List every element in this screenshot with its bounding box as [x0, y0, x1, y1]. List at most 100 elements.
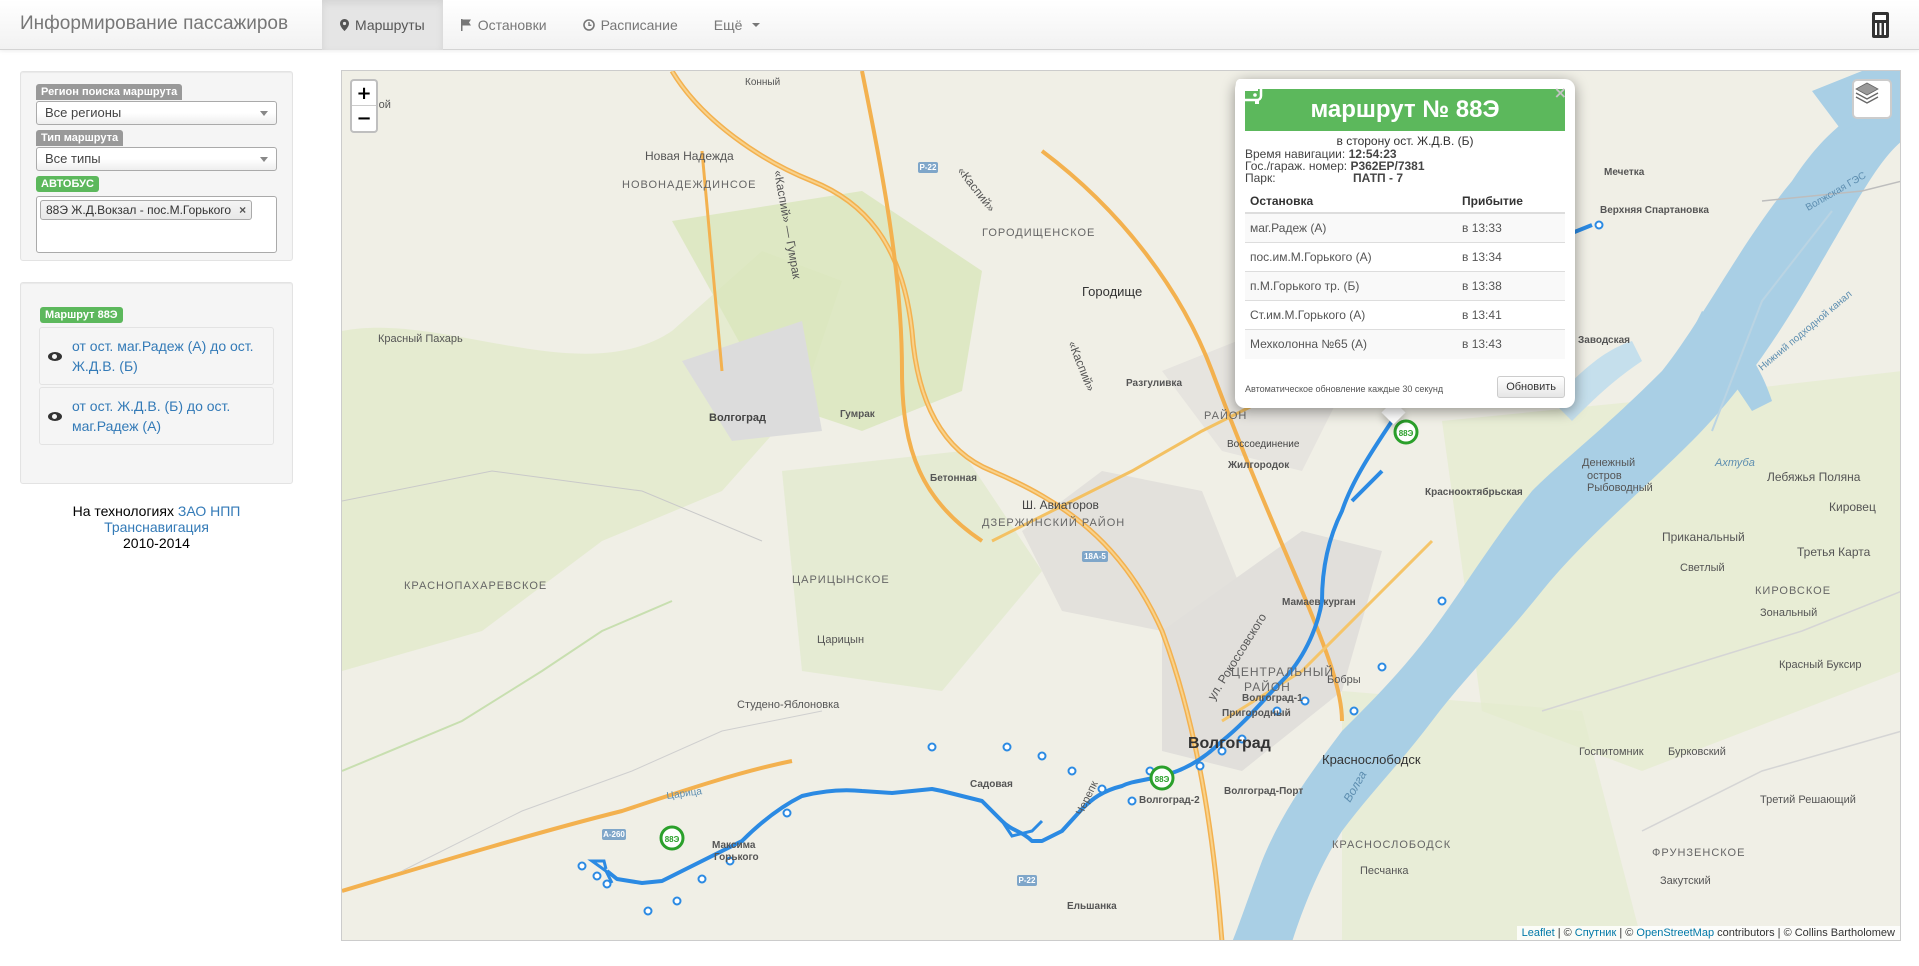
map-label: Максима — [712, 840, 756, 851]
table-row: маг.Радеж (А) в 13:33 — [1245, 212, 1565, 243]
map-label: ДЗЕРЖИНСКИЙ РАЙОН — [982, 516, 1125, 529]
park-label: Парк: — [1245, 171, 1276, 185]
map-label: РАЙОН — [1204, 409, 1247, 422]
map-label: ЦАРИЦЫНСКОЕ — [792, 574, 890, 586]
map-label: Волгоград — [709, 412, 766, 424]
sputnik-link[interactable]: Спутник — [1575, 927, 1616, 939]
svg-text:Р-22: Р-22 — [920, 163, 937, 172]
type-label: Тип маршрута — [36, 128, 124, 146]
region-select-value: Все регионы — [45, 105, 122, 120]
col-stop-header: Остановка — [1245, 190, 1457, 214]
stop-cell: п.М.Горького тр. (Б) — [1245, 271, 1457, 301]
refresh-button[interactable]: Обновить — [1497, 376, 1565, 398]
arrival-cell: в 13:43 — [1457, 329, 1565, 359]
tag-remove-icon[interactable]: × — [239, 203, 246, 217]
route-badge: Маршрут 88Э — [40, 305, 123, 323]
route-multiselect[interactable]: 88Э Ж.Д.Вокзал - пос.М.Горького × — [36, 196, 277, 253]
bus-marker[interactable]: 88Э — [1149, 765, 1175, 791]
nav-routes[interactable]: Маршруты — [322, 0, 443, 50]
table-row: пос.им.М.Горького (А) в 13:34 — [1245, 242, 1565, 272]
bus-icon — [1235, 79, 1263, 104]
leaflet-link[interactable]: Leaflet — [1522, 927, 1555, 939]
route-filter-panel: Регион поиска маршрута Все регионы Тип м… — [20, 71, 293, 261]
navbar: Информирование пассажиров Маршруты Остан… — [0, 0, 1919, 50]
popup-route-title: маршрут № 88Э — [1310, 96, 1500, 123]
clock-icon — [582, 19, 595, 31]
map-label: Волгоград-2 — [1139, 795, 1200, 806]
map-label: Садовая — [970, 779, 1013, 790]
map-label: Краснослободск — [1322, 752, 1421, 767]
layers-button[interactable] — [1852, 79, 1892, 119]
nav-stops[interactable]: Остановки — [443, 0, 565, 50]
map-label: Ельшанка — [1067, 901, 1117, 912]
map-label: Лебяжья Поляна — [1767, 470, 1861, 484]
map-label: Воссоединение — [1227, 439, 1300, 450]
bus-marker[interactable]: 88Э — [1393, 419, 1419, 445]
arrival-cell: в 13:33 — [1457, 212, 1565, 243]
calculator-icon[interactable] — [1872, 12, 1889, 38]
zoom-out-button[interactable]: − — [352, 106, 376, 131]
close-icon[interactable]: × — [1554, 83, 1567, 102]
map-label: Красный Буксир — [1779, 659, 1862, 671]
bus-marker-label: 88Э — [665, 835, 680, 844]
stop-cell: пос.им.М.Горького (А) — [1245, 242, 1457, 272]
col-arrival-header: Прибытие — [1457, 190, 1565, 214]
table-row: Ст.им.М.Горького (А) в 13:41 — [1245, 300, 1565, 330]
map-label: НОВОНАДЕЖДИНСОЕ — [622, 179, 757, 191]
main-nav: Маршруты Остановки Расписание Ещё — [322, 0, 778, 50]
bus-marker[interactable]: 88Э — [659, 825, 685, 851]
zoom-in-button[interactable]: + — [352, 81, 376, 106]
attribution-sep: | © — [1554, 927, 1575, 939]
flag-icon — [460, 19, 471, 31]
park-value: ПАТП - 7 — [1353, 171, 1403, 185]
bus-marker-label: 88Э — [1155, 775, 1170, 784]
svg-text:А-260: А-260 — [603, 830, 625, 839]
map-label: Горького — [714, 852, 759, 863]
type-select[interactable]: Все типы — [36, 147, 277, 171]
layers-icon — [1855, 82, 1879, 104]
map-view[interactable]: 88Э 88Э 88Э Конный Новая Надежда НОВОНАД… — [341, 70, 1901, 941]
chevron-down-icon — [260, 157, 268, 162]
selected-route-tag-label: 88Э Ж.Д.Вокзал - пос.М.Горького — [46, 203, 232, 217]
svg-text:Р-22: Р-22 — [1019, 876, 1036, 885]
nav-schedule-label: Расписание — [600, 17, 678, 33]
map-label: Бурковский — [1668, 746, 1726, 758]
footer-years: 2010-2014 — [123, 535, 190, 551]
map-label: Жилгородок — [1227, 460, 1290, 471]
map-label: РАЙОН — [1244, 679, 1291, 694]
map-label: Мечетка — [1604, 167, 1645, 178]
map-label: Рыбоводный — [1587, 482, 1653, 494]
stop-cell: Мехколонна №65 (А) — [1245, 329, 1457, 359]
map-label: Госпитомник — [1579, 746, 1644, 758]
direction-item[interactable]: от ост. Ж.Д.В. (Б) до ост. маг.Радеж (А) — [39, 387, 274, 445]
attribution-sep: | © — [1616, 927, 1637, 939]
region-label: Регион поиска маршрута — [36, 82, 183, 100]
zoom-control: + − — [350, 79, 378, 133]
stop-cell: Ст.им.М.Горького (А) — [1245, 300, 1457, 330]
region-select[interactable]: Все регионы — [36, 101, 277, 125]
nav-more-dropdown[interactable]: Ещё — [696, 0, 779, 50]
map-label: Закутский — [1660, 875, 1711, 887]
eye-icon[interactable] — [48, 411, 62, 421]
bus-type-badge: АВТОБУС — [36, 174, 99, 192]
svg-text:18А-5: 18А-5 — [1084, 552, 1106, 561]
direction-link[interactable]: от ост. маг.Радеж (А) до ост. Ж.Д.В. (Б) — [72, 336, 267, 376]
map-label: ФРУНЗЕНСКОЕ — [1652, 847, 1745, 859]
eye-icon[interactable] — [48, 351, 62, 361]
chevron-down-icon — [752, 23, 761, 27]
map-label: ГОРОДИЩЕНСКОЕ — [982, 227, 1095, 239]
chevron-down-icon — [260, 111, 268, 116]
direction-item[interactable]: от ост. маг.Радеж (А) до ост. Ж.Д.В. (Б) — [39, 327, 274, 385]
osm-link[interactable]: OpenStreetMap — [1636, 927, 1714, 939]
direction-link[interactable]: от ост. Ж.Д.В. (Б) до ост. маг.Радеж (А) — [72, 396, 267, 436]
nav-schedule[interactable]: Расписание — [565, 0, 696, 50]
map-label: Красный Пахарь — [378, 333, 463, 345]
type-select-value: Все типы — [45, 151, 101, 166]
table-row: п.М.Горького тр. (Б) в 13:38 — [1245, 271, 1565, 301]
nav-routes-label: Маршруты — [355, 17, 425, 33]
arrival-cell: в 13:34 — [1457, 242, 1565, 272]
map-label: Заводская — [1578, 335, 1630, 346]
map-label: Кировец — [1829, 500, 1876, 514]
app-title[interactable]: Информирование пассажиров — [20, 13, 288, 35]
map-label: Царицын — [817, 634, 864, 646]
